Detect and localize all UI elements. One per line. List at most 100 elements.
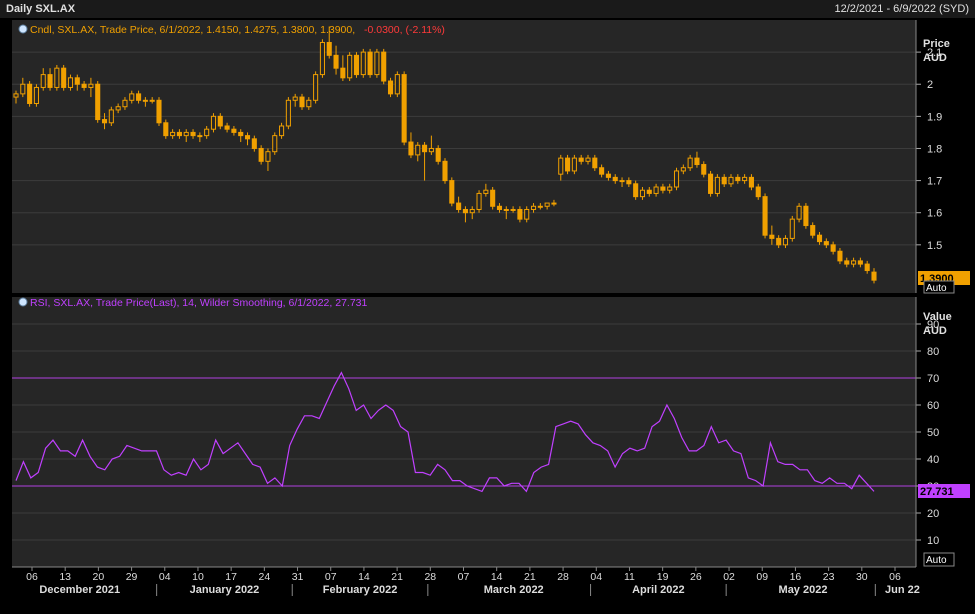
- candle-body: [142, 99, 148, 102]
- candle-body: [190, 131, 196, 137]
- x-tick-label: 14: [358, 571, 370, 583]
- x-tick-label: 19: [657, 571, 669, 583]
- candle-body: [20, 83, 26, 95]
- rsi-tick-label: 20: [927, 508, 939, 520]
- candle-body: [306, 99, 312, 108]
- candle-body: [360, 51, 366, 76]
- candle-body: [524, 208, 530, 220]
- candle-body: [789, 218, 795, 239]
- candle-body: [483, 189, 489, 194]
- candle-body: [224, 125, 230, 130]
- candle-body: [238, 131, 244, 137]
- price-tick-label: 1.7: [927, 176, 942, 188]
- rsi-legend-text: RSI, SXL.AX, Trade Price(Last), 14, Wild…: [30, 297, 368, 309]
- candle-body: [490, 189, 496, 207]
- price-axis-title: Price: [923, 38, 950, 50]
- rsi-axis-unit: AUD: [923, 325, 947, 337]
- candle-body: [340, 67, 346, 79]
- candle-body: [272, 135, 278, 153]
- x-tick-label: 21: [391, 571, 403, 583]
- candle-body: [81, 83, 87, 88]
- x-tick-label: 21: [524, 571, 536, 583]
- candle-body: [326, 41, 332, 56]
- candle-body: [517, 208, 523, 220]
- x-tick-label: 17: [225, 571, 237, 583]
- month-label: April 2022: [632, 584, 685, 596]
- candle-body: [701, 164, 707, 175]
- candle-body: [476, 192, 482, 210]
- month-label: Jun 22: [885, 584, 920, 596]
- x-tick-label: 07: [458, 571, 470, 583]
- candle-body: [353, 54, 360, 76]
- candle-body: [101, 119, 108, 124]
- candle-body: [496, 205, 503, 210]
- x-tick-label: 28: [424, 571, 436, 583]
- candle-body: [401, 74, 407, 143]
- candle-body: [347, 54, 353, 79]
- candle-body: [565, 157, 571, 172]
- candle-body: [149, 99, 155, 102]
- candle-body: [61, 67, 67, 88]
- rsi-tick-label: 70: [927, 373, 939, 385]
- candle-body: [837, 250, 843, 262]
- month-label: February 2022: [323, 584, 398, 596]
- x-tick-label: 28: [557, 571, 569, 583]
- candle-body: [231, 128, 237, 133]
- candle-body: [387, 80, 394, 95]
- candle-body: [503, 208, 509, 211]
- candle-body: [551, 202, 557, 205]
- candle-body: [571, 157, 577, 172]
- candle-body: [708, 173, 714, 194]
- rsi-last-value: 27.731: [920, 486, 954, 498]
- rsi-tick-label: 60: [927, 400, 939, 412]
- x-tick-label: 04: [590, 571, 602, 583]
- x-tick-label: 20: [93, 571, 105, 583]
- x-tick-label: 02: [723, 571, 735, 583]
- candle-body: [299, 96, 305, 108]
- candle-body: [537, 205, 543, 208]
- price-legend-icon[interactable]: [18, 24, 28, 34]
- candle-body: [217, 115, 223, 127]
- candle-body: [265, 151, 271, 162]
- candle-body: [374, 51, 380, 76]
- candle-body: [381, 51, 387, 82]
- candle-body: [136, 93, 142, 101]
- rsi-legend-icon[interactable]: [18, 297, 28, 307]
- candle-body: [122, 99, 128, 108]
- candle-body: [857, 260, 863, 265]
- candle-body: [639, 189, 646, 198]
- chart-canvas: 1.51.61.71.81.922.1 102030405060708090 0…: [12, 20, 970, 614]
- candle-body: [47, 74, 53, 88]
- candle-body: [755, 186, 761, 198]
- candle-body: [612, 176, 618, 182]
- candle-body: [13, 93, 19, 98]
- candle-body: [762, 196, 768, 236]
- candle-body: [428, 147, 434, 153]
- candle-body: [67, 77, 74, 88]
- price-tick-label: 1.5: [927, 240, 942, 252]
- candle-body: [210, 115, 217, 130]
- candle-body: [776, 237, 782, 246]
- price-auto-label: Auto: [926, 283, 947, 294]
- candle-body: [244, 135, 251, 140]
- month-label: December 2021: [39, 584, 120, 596]
- candle-body: [558, 157, 564, 175]
- candle-body: [694, 157, 700, 166]
- candle-body: [714, 176, 720, 194]
- candle-body: [313, 74, 319, 101]
- candle-body: [183, 131, 189, 137]
- candle-body: [626, 180, 632, 185]
- rsi-tick-label: 40: [927, 454, 939, 466]
- candle-body: [864, 263, 870, 272]
- x-tick-label: 31: [292, 571, 304, 583]
- candle-body: [95, 83, 101, 121]
- candle-body: [810, 225, 816, 236]
- candle-body: [748, 176, 754, 188]
- candle-body: [156, 99, 162, 124]
- candle-body: [367, 51, 373, 76]
- candle-body: [660, 186, 666, 191]
- candle-body: [319, 41, 325, 76]
- candle-body: [871, 271, 877, 281]
- x-tick-label: 24: [259, 571, 271, 583]
- candle-body: [646, 189, 652, 194]
